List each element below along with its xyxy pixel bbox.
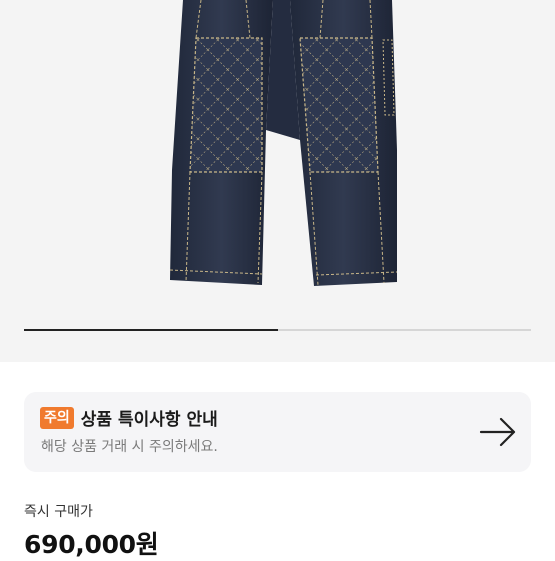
notice-subtitle: 해당 상품 거래 시 주의하세요. [41, 439, 218, 455]
product-image-jeans [169, 0, 398, 286]
product-notice-card[interactable]: 주의 상품 특이사항 안내 해당 상품 거래 시 주의하세요. [24, 392, 531, 472]
instant-buy-price-label: 즉시 구매가 [24, 504, 93, 520]
instant-buy-price: 690,000원 [24, 530, 159, 559]
caution-badge: 주의 [40, 406, 74, 429]
progress-fill [24, 329, 278, 331]
notice-header: 주의 상품 특이사항 안내 [40, 405, 218, 430]
notice-title: 상품 특이사항 안내 [80, 410, 218, 430]
product-image-gallery[interactable] [0, 0, 555, 362]
image-carousel-progress [24, 329, 531, 331]
arrow-right-icon[interactable] [479, 414, 517, 450]
